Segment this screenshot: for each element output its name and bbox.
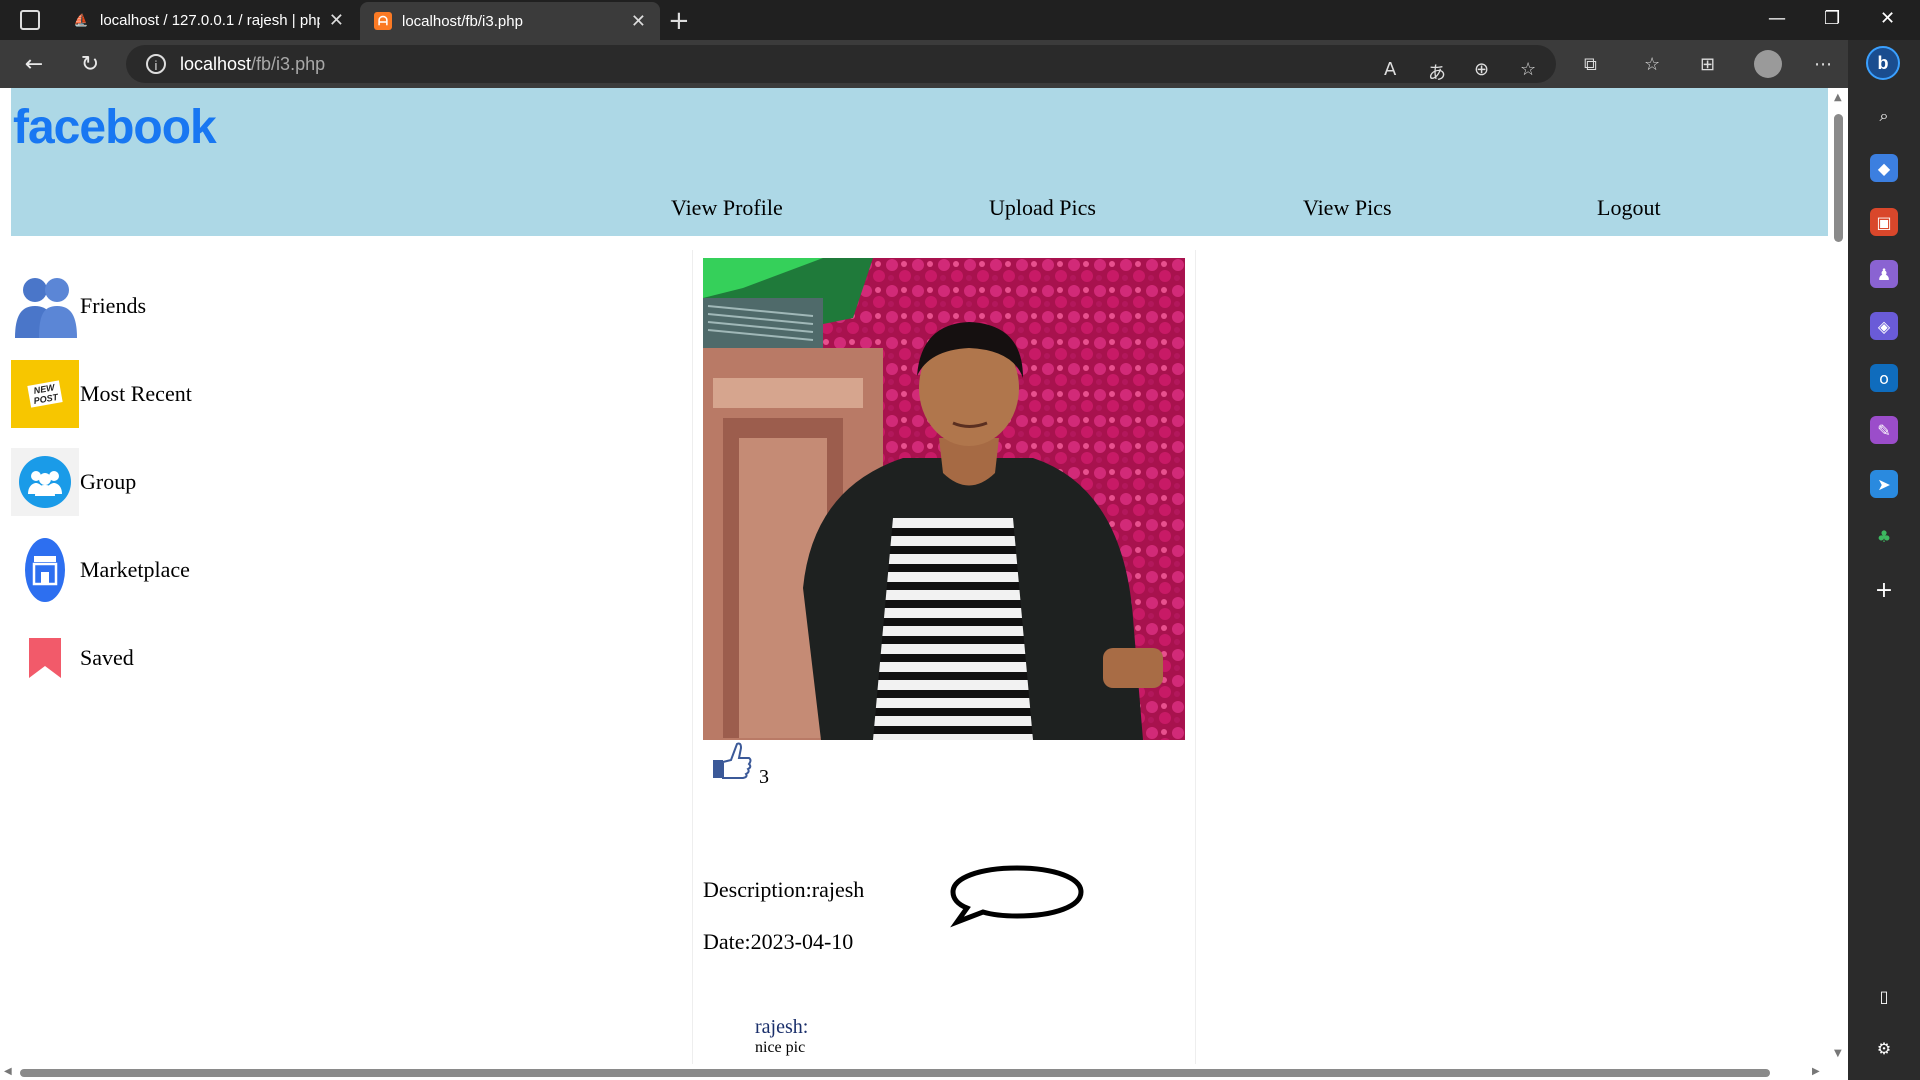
url-host: localhost (180, 53, 252, 74)
bing-copilot-icon[interactable]: b (1866, 46, 1900, 80)
vertical-scrollbar[interactable]: ▲ ▼ (1828, 88, 1848, 1064)
sidebar-item-label: Group (80, 469, 137, 494)
scroll-down-icon[interactable]: ▼ (1834, 1048, 1842, 1059)
facebook-logo[interactable]: facebook (13, 100, 217, 155)
menu-view-pics[interactable]: View Pics (1303, 195, 1392, 221)
sidebar-item-saved[interactable]: Saved (11, 624, 134, 692)
sidebar-item-friends[interactable]: Friends (11, 272, 146, 340)
tools-icon[interactable]: ▣ (1870, 208, 1898, 236)
window-close-icon[interactable]: ✕ (1880, 8, 1895, 29)
close-tab-icon[interactable]: ✕ (631, 11, 646, 32)
tab-phpmyadmin[interactable]: ⛵ localhost / 127.0.0.1 / rajesh | php ✕ (58, 0, 358, 40)
microsoft-365-icon[interactable]: ◈ (1870, 312, 1898, 340)
sidebar-settings-icon[interactable]: ⚙ (1870, 1034, 1898, 1062)
marketplace-icon (11, 536, 79, 604)
sidebar-item-group[interactable]: Group (11, 448, 136, 516)
post-photo[interactable] (703, 258, 1185, 740)
tab-title: localhost/fb/i3.php (402, 12, 523, 30)
scroll-left-icon[interactable]: ◀ (4, 1066, 12, 1077)
sidebar-item-label: Friends (80, 293, 146, 318)
sidebar-item-label: Marketplace (80, 557, 190, 582)
phpmyadmin-icon: ⛵ (73, 13, 89, 27)
url-path: /fb/i3.php (251, 53, 326, 74)
comment-icon[interactable] (947, 862, 1087, 933)
site-info-icon[interactable]: i (146, 54, 166, 74)
games-icon[interactable]: ♟ (1870, 260, 1898, 288)
add-icon[interactable]: + (1870, 576, 1898, 604)
sidebar-item-marketplace[interactable]: Marketplace (11, 536, 190, 604)
outlook-icon[interactable]: o (1870, 364, 1898, 392)
back-icon[interactable]: ← (18, 48, 50, 80)
tab-title: localhost / 127.0.0.1 / rajesh | php (100, 11, 320, 29)
restore-icon[interactable]: ❐ (1824, 8, 1840, 29)
more-options-icon[interactable]: ⋯ (1814, 54, 1832, 75)
profile-icon[interactable] (1754, 50, 1782, 78)
comment-text: nice pic (755, 1039, 806, 1056)
search-icon[interactable]: ⌕ (1870, 102, 1898, 130)
collections-icon[interactable]: ⊞ (1700, 54, 1715, 75)
refresh-icon[interactable]: ↻ (74, 48, 106, 80)
zoom-icon[interactable]: ⊕ (1474, 59, 1489, 80)
edge-sidebar: b ⌕ ◆ ▣ ♟ ◈ o ✎ ➤ ♣ + ▯ ⚙ (1848, 40, 1920, 1080)
extensions-icon[interactable]: ⧉ (1584, 54, 1597, 75)
like-section: 3 (711, 740, 769, 788)
sidebar-item-label: Saved (80, 645, 134, 670)
horizontal-scrollbar[interactable]: ◀ ▶ (0, 1064, 1848, 1080)
designer-icon[interactable]: ✎ (1870, 416, 1898, 444)
sidebar-item-label: Most Recent (80, 381, 192, 406)
shopping-icon[interactable]: ◆ (1870, 154, 1898, 182)
tab-i3-php[interactable]: ᗩ localhost/fb/i3.php ✕ (360, 2, 660, 40)
comment-user: rajesh: (755, 1016, 809, 1038)
send-icon[interactable]: ➤ (1870, 470, 1898, 498)
close-tab-icon[interactable]: ✕ (329, 10, 344, 31)
scroll-up-icon[interactable]: ▲ (1834, 92, 1842, 103)
group-icon (11, 448, 79, 516)
friends-icon (11, 272, 79, 340)
read-aloud-icon[interactable]: A (1384, 59, 1396, 80)
new-post-icon-text: NEW POST (27, 380, 63, 408)
sidebar-item-most-recent[interactable]: NEW POST Most Recent (11, 360, 192, 428)
new-post-icon: NEW POST (11, 360, 79, 428)
menu-view-profile[interactable]: View Profile (671, 195, 783, 221)
tree-icon[interactable]: ♣ (1870, 522, 1898, 550)
bookmark-icon (11, 624, 79, 692)
post-description: Description:rajesh (703, 877, 865, 902)
menu-upload-pics[interactable]: Upload Pics (989, 195, 1096, 221)
scroll-right-icon[interactable]: ▶ (1812, 1066, 1820, 1077)
browser-tab-strip: ⛵ localhost / 127.0.0.1 / rajesh | php ✕… (0, 0, 1920, 40)
translate-icon[interactable]: あ (1428, 59, 1446, 85)
xampp-icon: ᗩ (374, 12, 392, 30)
address-bar-row: ← ↻ i localhost/fb/i3.php A あ ⊕ ☆ ⧉ ☆ ⊞ … (0, 40, 1920, 88)
address-bar[interactable]: i localhost/fb/i3.php A あ ⊕ ☆ (126, 45, 1556, 85)
vertical-scroll-thumb[interactable] (1834, 114, 1843, 242)
hide-sidebar-icon[interactable]: ▯ (1870, 982, 1898, 1010)
minimize-icon[interactable]: — (1768, 8, 1786, 29)
add-favorite-icon[interactable]: ☆ (1520, 59, 1536, 80)
menu-logout[interactable]: Logout (1597, 195, 1661, 221)
tab-actions-icon[interactable] (20, 10, 40, 30)
favorites-icon[interactable]: ☆ (1644, 54, 1660, 75)
site-header: facebook View Profile Upload Pics View P… (11, 88, 1828, 236)
page-viewport: facebook View Profile Upload Pics View P… (0, 88, 1848, 1080)
thumbs-up-icon[interactable] (711, 740, 753, 785)
like-count: 3 (759, 766, 769, 788)
new-tab-icon[interactable]: + (668, 6, 690, 36)
horizontal-scroll-thumb[interactable] (20, 1069, 1770, 1077)
post-date: Date:2023-04-10 (703, 929, 854, 954)
post-card: 3 Description:rajesh Date:2023-04-10 raj… (692, 250, 1196, 1080)
